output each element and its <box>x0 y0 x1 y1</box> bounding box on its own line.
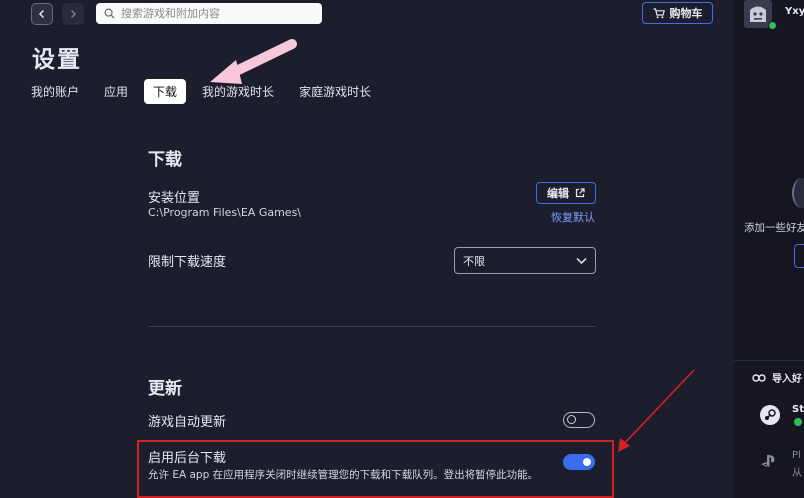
cart-icon <box>653 7 665 18</box>
auto-update-label: 游戏自动更新 <box>148 415 227 430</box>
speed-limit-label: 限制下载速度 <box>148 255 227 270</box>
username: Yxy <box>785 6 804 17</box>
install-location-label: 安装位置 <box>148 191 201 206</box>
edit-label: 编辑 <box>547 187 569 200</box>
install-location-path: C:\Program Files\EA Games\ <box>148 206 302 219</box>
restore-default-link[interactable]: 恢复默认 <box>551 209 595 225</box>
cart-label: 购物车 <box>669 7 703 20</box>
page-title: 设置 <box>32 47 82 73</box>
pink-annotation-arrow <box>210 39 297 84</box>
top-bar: 购物车 <box>0 0 734 28</box>
red-highlight-box <box>137 440 614 498</box>
import-label: 导入好 <box>772 374 802 385</box>
friends-illustration <box>792 178 804 208</box>
external-link-icon <box>575 188 585 198</box>
speed-limit-value: 不限 <box>463 254 485 268</box>
auto-update-toggle[interactable] <box>563 412 595 428</box>
red-annotation-arrow <box>618 369 695 452</box>
steam-label: St <box>792 404 804 415</box>
steam-glyph <box>765 409 776 420</box>
playstation-sub: 从 <box>792 468 802 479</box>
section-divider <box>148 326 596 327</box>
online-status-dot <box>768 21 777 30</box>
cart-button[interactable]: 购物车 <box>642 2 713 24</box>
speed-limit-select[interactable]: 不限 <box>454 247 596 274</box>
search-icon <box>104 8 115 19</box>
steam-connected-dot <box>794 418 802 426</box>
import-friends-row[interactable]: 导入好 <box>752 370 802 385</box>
chevron-right-icon <box>70 9 77 19</box>
search-box[interactable] <box>96 3 322 24</box>
back-button[interactable] <box>31 3 53 25</box>
playstation-label: Pl <box>792 450 801 461</box>
chevron-left-icon <box>38 9 45 19</box>
download-section-title: 下载 <box>148 150 182 170</box>
friends-panel: Yxy 添加一些好友 导入好 St Pl 从 <box>734 0 804 498</box>
link-icon <box>752 373 766 382</box>
tab-1[interactable]: 应用 <box>95 79 137 104</box>
forward-button[interactable] <box>62 3 84 25</box>
playstation-icon[interactable] <box>760 454 780 468</box>
panel-divider <box>734 360 804 361</box>
tab-2[interactable]: 下载 <box>144 79 187 104</box>
add-friends-hint: 添加一些好友 <box>744 222 804 234</box>
toggle-knob <box>567 415 576 424</box>
update-section-title: 更新 <box>148 379 182 399</box>
add-friends-button[interactable] <box>794 244 804 268</box>
chevron-down-icon <box>576 257 587 264</box>
edit-button[interactable]: 编辑 <box>536 182 596 204</box>
search-input[interactable] <box>121 7 311 20</box>
tab-0[interactable]: 我的账户 <box>22 79 88 104</box>
steam-icon[interactable] <box>760 405 780 425</box>
